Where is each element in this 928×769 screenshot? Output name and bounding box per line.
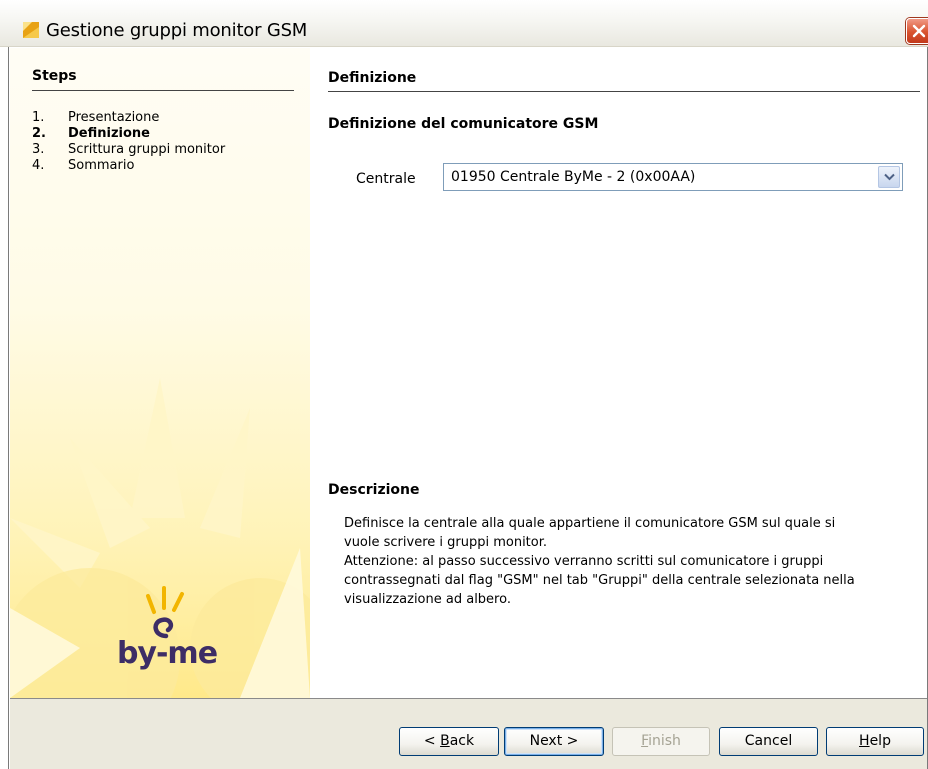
step-label: Definizione <box>68 126 150 141</box>
step-item-scrittura: 3. Scrittura gruppi monitor <box>32 142 225 158</box>
description-line: Attenzione: al passo successivo verranno… <box>344 554 824 569</box>
content-panel: Definizione Definizione del comunicatore… <box>310 48 927 698</box>
centrale-select[interactable]: 01950 Centrale ByMe - 2 (0x00AA) <box>443 163 903 191</box>
chevron-down-icon <box>884 173 895 181</box>
byme-logo: by-me <box>102 578 232 688</box>
step-number: 3. <box>32 142 45 157</box>
close-button[interactable] <box>906 18 928 44</box>
step-item-presentazione: 1. Presentazione <box>32 110 225 126</box>
back-button-prefix: < <box>423 733 441 749</box>
close-icon <box>912 24 926 38</box>
finish-button-rest: inish <box>648 733 681 749</box>
window-frame-left <box>0 47 9 769</box>
title-bar[interactable]: Gestione gruppi monitor GSM <box>0 0 928 47</box>
centrale-select-value: 01950 Centrale ByMe - 2 (0x00AA) <box>451 169 696 185</box>
step-number: 4. <box>32 158 45 173</box>
section-title: Definizione del comunicatore GSM <box>328 116 599 132</box>
logo-sun-icon <box>146 586 184 639</box>
step-number: 1. <box>32 110 45 125</box>
app-icon <box>23 22 39 38</box>
help-button[interactable]: Help <box>826 727 924 756</box>
logo-text: by-me <box>116 636 218 671</box>
description-text: Definisce la centrale alla quale apparti… <box>344 514 904 609</box>
step-label: Scrittura gruppi monitor <box>68 142 226 157</box>
finish-button[interactable]: Finish <box>612 727 710 756</box>
description-line: contrassegnati dal flag "GSM" nel tab "G… <box>344 573 855 588</box>
cancel-button[interactable]: Cancel <box>719 727 818 756</box>
steps-divider <box>32 90 294 91</box>
step-item-definizione: 2. Definizione <box>32 126 225 142</box>
description-line: visualizzazione ad albero. <box>344 592 511 607</box>
help-button-mnemonic: H <box>859 733 870 749</box>
back-button-mnemonic: B <box>440 733 450 749</box>
step-label: Sommario <box>68 158 135 173</box>
description-line: Definisce la centrale alla quale apparti… <box>344 516 836 531</box>
content-heading: Definizione <box>328 70 417 86</box>
centrale-label: Centrale <box>356 171 416 187</box>
step-item-sommario: 4. Sommario <box>32 158 225 174</box>
back-button[interactable]: < Back <box>399 727 499 756</box>
step-number: 2. <box>32 126 46 141</box>
help-button-rest: elp <box>869 733 891 749</box>
steps-panel: Steps 1. Presentazione 2. Definizione 3. Sc… <box>10 48 310 698</box>
select-dropdown-button[interactable] <box>878 166 900 188</box>
window-title: Gestione gruppi monitor GSM <box>46 20 308 41</box>
description-title: Descrizione <box>328 482 420 498</box>
step-label: Presentazione <box>68 110 160 125</box>
content-divider <box>328 91 920 92</box>
description-line: vuole scrivere i gruppi monitor. <box>344 535 548 550</box>
next-button[interactable]: Next > <box>504 727 604 756</box>
steps-list: 1. Presentazione 2. Definizione 3. Scrittur… <box>32 110 225 174</box>
steps-heading: Steps <box>32 68 77 84</box>
back-button-rest: ack <box>449 733 475 749</box>
